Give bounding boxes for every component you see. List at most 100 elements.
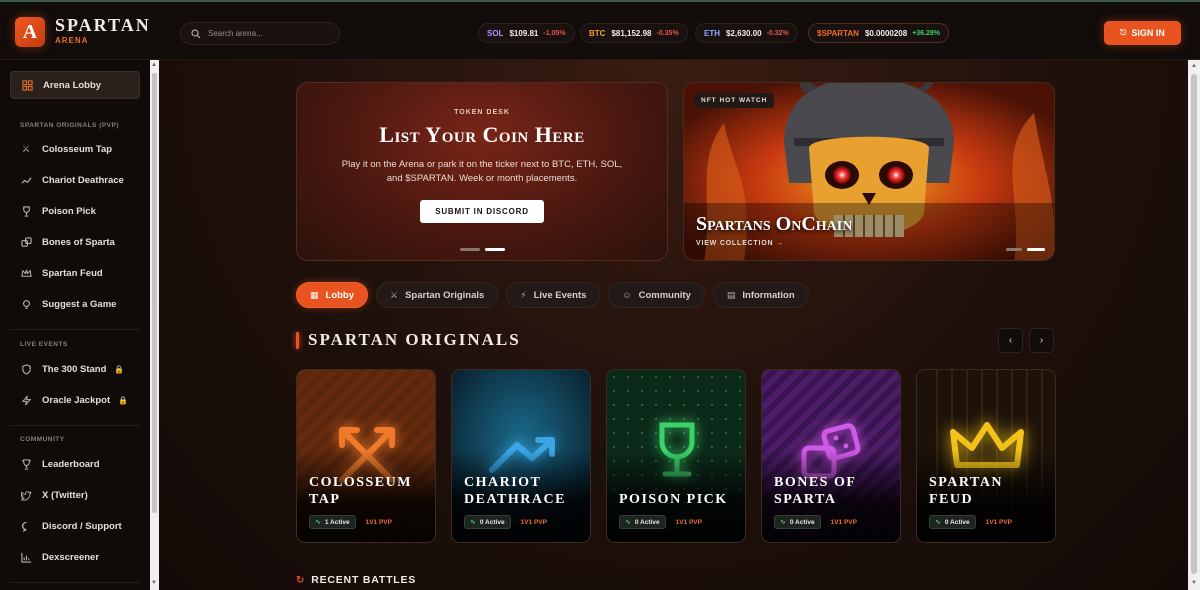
promo-title: List Your Coin Here — [379, 122, 585, 147]
sidebar: Arena Lobby SPARTAN ORIGINALS (PVP) ⚔ Col… — [0, 60, 150, 590]
tab-lobby[interactable]: ▦ Lobby — [296, 282, 369, 308]
grid-icon: ▦ — [310, 289, 319, 300]
ticker-price: $81,152.98 — [611, 28, 652, 38]
active-label: 0 Active — [634, 518, 660, 526]
sidebar-item-dexscreener[interactable]: Dexscreener — [10, 543, 140, 571]
users-icon: ☺ — [622, 290, 632, 300]
brand[interactable]: SPARTAN ARENA — [55, 16, 151, 45]
tab-live-events[interactable]: ⚡ Live Events — [506, 282, 601, 308]
section-title: SPARTAN ORIGINALS — [308, 330, 521, 349]
sidebar-divider — [10, 582, 140, 583]
sidebar-item-label: Bones of Sparta — [42, 236, 115, 248]
page-scrollbar[interactable]: ▲ ▼ — [1188, 60, 1200, 590]
scrollbar-thumb[interactable] — [1191, 74, 1197, 574]
sidebar-item-twitter[interactable]: X (Twitter) — [10, 481, 140, 509]
crossed-swords-icon: ⚔ — [21, 143, 31, 155]
sidebar-item-chariot-deathrace[interactable]: Chariot Deathrace — [10, 166, 140, 194]
tab-spartan-originals[interactable]: ⚔ Spartan Originals — [376, 282, 499, 308]
main-content: TOKEN DESK List Your Coin Here Play it o… — [159, 60, 1188, 590]
game-card-poison-pick[interactable]: Poison Pick ∿ 0 Active 1V1 PVP — [606, 369, 746, 543]
game-card-spartan-feud[interactable]: Spartan Feud ∿ 0 Active 1V1 PVP — [916, 369, 1056, 543]
pulse-icon: ∿ — [780, 519, 786, 526]
mode-label: 1V1 PVP — [520, 518, 547, 526]
scroll-down-arrow-icon[interactable]: ▼ — [151, 580, 157, 586]
sidebar-item-suggest-game[interactable]: Suggest a Game — [10, 290, 140, 318]
submit-discord-button[interactable]: SUBMIT IN DISCORD — [420, 200, 544, 223]
sidebar-item-label: Chariot Deathrace — [42, 174, 124, 186]
section-header: SPARTAN ORIGINALS — [296, 330, 521, 350]
tab-label: Lobby — [325, 289, 355, 301]
sidebar-item-label: Spartan Feud — [42, 267, 103, 279]
ticker-btc[interactable]: BTC $81,152.98 -0.35% — [580, 23, 688, 43]
chat-icon — [20, 520, 32, 532]
game-card-chariot-deathrace[interactable]: Chariot Deathrace ∿ 0 Active 1V1 PVP — [451, 369, 591, 543]
nft-tag: NFT HOT WATCH — [694, 93, 775, 108]
sidebar-item-label: Arena Lobby — [43, 79, 102, 91]
ticker-eth[interactable]: ETH $2,630.00 -0.32% — [695, 23, 798, 43]
sidebar-item-300-stand[interactable]: The 300 Stand 🔒 — [10, 355, 140, 383]
active-count: ∿ 0 Active — [464, 515, 511, 529]
history-icon: ↻ — [296, 574, 306, 586]
tab-information[interactable]: ▤ Information — [712, 282, 809, 308]
search-input[interactable] — [208, 29, 328, 38]
sidebar-item-arena-lobby[interactable]: Arena Lobby — [10, 71, 140, 99]
sidebar-item-poison-pick[interactable]: Poison Pick — [10, 197, 140, 225]
nft-banner[interactable]: NFT HOT WATCH Spartans OnChain VIEW COLL… — [683, 82, 1055, 261]
game-card-colosseum-tap[interactable]: Colosseum Tap ∿ 1 Active 1V1 PVP — [296, 369, 436, 543]
carousel-next-button[interactable]: › — [1029, 328, 1054, 353]
carousel-dots[interactable] — [1006, 248, 1045, 251]
game-name: Chariot Deathrace — [464, 475, 566, 507]
carousel-dot-active[interactable] — [1027, 248, 1045, 251]
login-icon: ⎋ — [1120, 28, 1127, 37]
carousel-dot[interactable] — [460, 248, 480, 251]
tab-label: Community — [638, 289, 691, 301]
carousel-dot[interactable] — [1006, 248, 1022, 251]
scroll-up-arrow-icon[interactable]: ▲ — [1191, 63, 1197, 69]
game-card-bones-of-sparta[interactable]: Bones of Sparta ∿ 0 Active 1V1 PVP — [761, 369, 901, 543]
sidebar-item-colosseum-tap[interactable]: ⚔ Colosseum Tap — [10, 135, 140, 163]
crown-icon — [20, 267, 32, 279]
active-count: ∿ 0 Active — [619, 515, 666, 529]
game-name: Spartan Feud — [929, 475, 1004, 507]
sign-in-button[interactable]: ⎋ SIGN IN — [1104, 21, 1181, 45]
promo-banner[interactable]: TOKEN DESK List Your Coin Here Play it o… — [296, 82, 668, 261]
carousel-dot-active[interactable] — [485, 248, 505, 251]
search-icon — [191, 28, 201, 38]
ticker-sol[interactable]: SOL $109.81 -1.05% — [478, 23, 575, 43]
active-count: ∿ 0 Active — [774, 515, 821, 529]
sidebar-scrollbar[interactable]: ▲ ▼ — [150, 60, 159, 590]
mode-label: 1V1 PVP — [830, 518, 857, 526]
chevron-right-icon: › — [1039, 335, 1044, 346]
game-name: Bones of Sparta — [774, 475, 856, 507]
lightning-icon: ⚡ — [520, 289, 527, 300]
carousel-prev-button[interactable]: ‹ — [998, 328, 1023, 353]
sidebar-item-bones-of-sparta[interactable]: Bones of Sparta — [10, 228, 140, 256]
view-collection-link[interactable]: VIEW COLLECTION → — [696, 240, 784, 247]
ticker-spartan[interactable]: $SPARTAN $0.0000208 +36.28% — [808, 23, 950, 43]
tab-community[interactable]: ☺ Community — [608, 282, 705, 308]
scrollbar-thumb[interactable] — [152, 73, 157, 513]
search-box[interactable] — [180, 22, 340, 45]
sidebar-item-label: X (Twitter) — [42, 489, 88, 501]
ticker-price: $109.81 — [509, 28, 539, 38]
pulse-icon: ∿ — [625, 519, 631, 526]
sidebar-item-spartan-feud[interactable]: Spartan Feud — [10, 259, 140, 287]
shield-icon — [20, 363, 32, 375]
logo[interactable]: A — [15, 17, 45, 47]
brand-subtitle: ARENA — [55, 36, 89, 45]
carousel-dots[interactable] — [460, 248, 505, 251]
sidebar-item-discord[interactable]: Discord / Support — [10, 512, 140, 540]
bulb-icon — [20, 298, 32, 310]
sidebar-item-leaderboard[interactable]: Leaderboard — [10, 450, 140, 478]
sidebar-item-label: Suggest a Game — [42, 298, 117, 310]
pulse-icon: ∿ — [935, 519, 941, 526]
ticker-symbol: ETH — [704, 28, 720, 38]
sidebar-item-oracle-jackpot[interactable]: Oracle Jackpot 🔒 — [10, 386, 140, 414]
game-meta: ∿ 0 Active 1V1 PVP — [464, 515, 547, 529]
trophy-icon — [20, 458, 32, 470]
scroll-down-arrow-icon[interactable]: ▼ — [1191, 580, 1197, 586]
ticker-symbol: SOL — [487, 28, 504, 38]
promo-eyebrow: TOKEN DESK — [454, 109, 510, 116]
scroll-up-arrow-icon[interactable]: ▲ — [151, 62, 157, 68]
recent-battles-header: ↻ RECENT BATTLES — [296, 574, 416, 586]
